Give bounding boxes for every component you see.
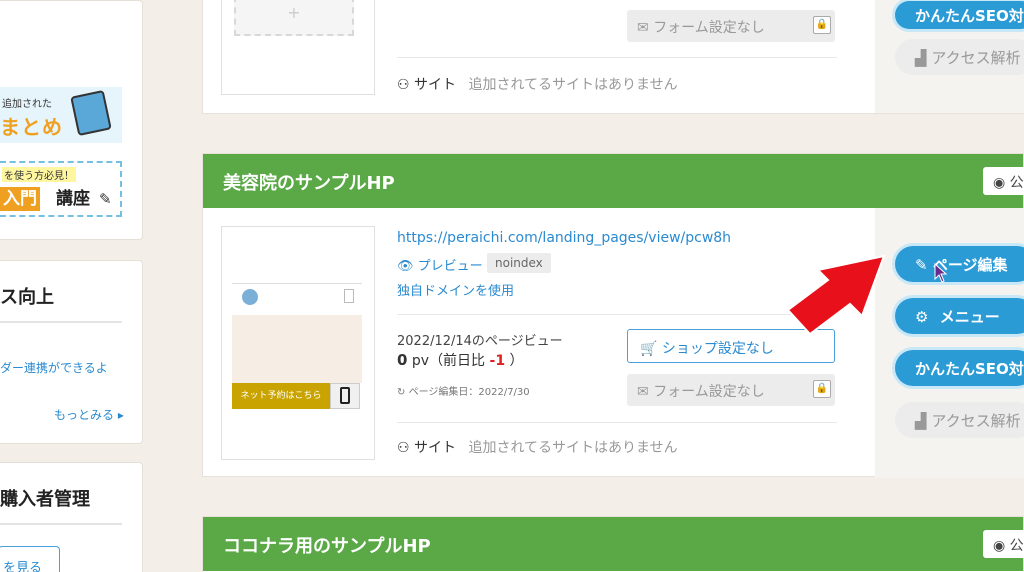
pageview-count: 0 pv（前日比 -1 ） [397,350,524,370]
sitemap-icon: ⚇ [397,440,410,456]
page-title[interactable]: 美容院のサンプルHP [223,169,395,195]
publish-status-label: 公 [1009,538,1024,554]
more-link[interactable]: もっとみる ▸ [54,406,124,423]
preview-label: プレビュー [417,259,483,274]
red-arrow-annotation [786,254,886,336]
publish-status-label: 公 [1009,175,1024,191]
intro-course-title: 講座 [56,189,90,209]
cart-icon: 🛒 [640,341,658,357]
pageview-number: 0 [397,351,408,369]
publish-status-badge[interactable]: ◉ 公 [983,167,1024,195]
pageview-close: ） [509,353,524,369]
form-settings-label: フォーム設定なし [653,20,765,36]
publish-status-badge[interactable]: ◉ 公 [983,530,1024,558]
summary-banner-title: まとめ [0,115,63,139]
menu-icon [344,289,354,303]
mail-icon: ✉ [637,20,649,36]
divider [397,422,837,423]
page-thumbnail[interactable]: + [221,0,375,95]
globe-icon: ◉ [993,538,1006,554]
custom-domain-link[interactable]: 独自ドメインを使用 [397,280,514,299]
divider [0,523,122,525]
pageview-date: 2022/12/14のページビュー [397,334,563,349]
intro-course-caption: を使う方必見！ [2,167,76,182]
thumbnail-header [232,283,362,284]
divider [0,321,122,323]
page-thumbnail[interactable]: ネット予約はこちら [221,226,375,460]
sitemap-icon: ⚇ [397,77,410,93]
thumbnail-hero [232,315,362,383]
page-card-top: + ✉ フォーム設定なし 🔒 ⚇ サイト 追加されてるサイトはありません かんた… [202,0,1024,114]
form-settings-button: ✉ フォーム設定なし 🔒 [627,10,835,42]
access-analysis-button[interactable]: ▟ アクセス解析 [895,39,1024,75]
lock-icon: 🔒 [813,380,831,398]
pageview-unit: pv（前日比 [411,353,486,369]
sidebar-banner-card: 追加された まとめ を使う方必見！ 入門 講座 ✎ [0,0,143,240]
sidebar-section-link[interactable]: ダー連携ができるよ [0,359,108,376]
sidebar-buyer-title: 購入者管理 [0,489,90,510]
form-settings-label: フォーム設定なし [653,384,765,400]
lock-icon: 🔒 [813,16,831,34]
edit-date: ↻ ページ編集日：2022/7/30 [397,383,530,398]
refresh-icon: ↻ [397,387,406,398]
seo-button-label: かんたんSEO対策 [915,7,1024,25]
sidebar-section-card: ス向上 ダー連携ができるよ もっとみる ▸ [0,260,143,444]
access-analysis-label: アクセス解析 [931,49,1021,67]
summary-banner-caption: 追加された [2,99,52,110]
access-analysis-button[interactable]: ▟ アクセス解析 [895,402,1024,438]
smartphone-icon [70,89,112,137]
divider [397,57,837,58]
view-buyers-button[interactable]: を見る [0,546,60,572]
shop-settings-label: ショップ設定なし [661,341,774,357]
site-label: サイト [414,440,457,456]
card-header: 美容院のサンプルHP ◉ 公 [203,154,1024,208]
mouse-cursor-icon [934,263,948,283]
site-row: ⚇ サイト 追加されてるサイトはありません [397,437,678,457]
add-image-placeholder[interactable]: + [234,0,354,36]
pencil-icon: ✎ [99,190,112,208]
menu-label: メニュー [939,308,1000,326]
pencil-icon: ✎ [915,256,928,274]
intro-course-highlight: 入門 [0,187,40,211]
page-card-bottom: ココナラ用のサンプルHP ◉ 公 [202,516,1024,572]
access-analysis-label: アクセス解析 [931,412,1021,430]
seo-button[interactable]: かんたんSEO対策 [895,1,1024,29]
site-empty-text: 追加されてるサイトはありません [468,77,678,93]
site-logo-icon [242,289,258,305]
sidebar-section-title: ス向上 [0,287,54,308]
phone-icon [330,383,360,409]
thumbnail-cta: ネット予約はこちら [232,383,330,409]
noindex-badge: noindex [487,253,551,273]
seo-button[interactable]: かんたんSEO対策 [895,350,1024,386]
chart-icon: ▟ [915,49,927,67]
pageview-diff: -1 [489,353,506,369]
page-title[interactable]: ココナラ用のサンプルHP [223,532,431,558]
summary-banner[interactable]: 追加された まとめ [0,87,122,143]
menu-button[interactable]: ⚙ メニュー [895,298,1024,334]
site-label: サイト [414,77,457,93]
preview-link[interactable]: 👁 プレビュー [397,255,483,274]
chart-icon: ▟ [915,412,927,430]
page-url-link[interactable]: https://peraichi.com/landing_pages/view/… [397,230,731,246]
form-settings-button: ✉ フォーム設定なし 🔒 [627,374,835,406]
edit-page-button[interactable]: ✎ ページ編集 [895,246,1024,282]
mail-icon: ✉ [637,384,649,400]
globe-icon: ◉ [993,175,1006,191]
card-header: ココナラ用のサンプルHP ◉ 公 [203,517,1024,571]
site-row: ⚇ サイト 追加されてるサイトはありません [397,74,678,94]
gear-icon: ⚙ [915,308,929,326]
seo-button-label: かんたんSEO対策 [915,360,1024,378]
intro-course-banner[interactable]: を使う方必見！ 入門 講座 ✎ [0,161,122,217]
edit-date-label: ページ編集日：2022/7/30 [408,387,530,398]
site-empty-text: 追加されてるサイトはありません [468,440,678,456]
divider [397,314,837,315]
eye-icon: 👁 [397,259,414,274]
page-card: 美容院のサンプルHP ◉ 公 ネット予約はこちら https://peraich… [202,153,1024,478]
